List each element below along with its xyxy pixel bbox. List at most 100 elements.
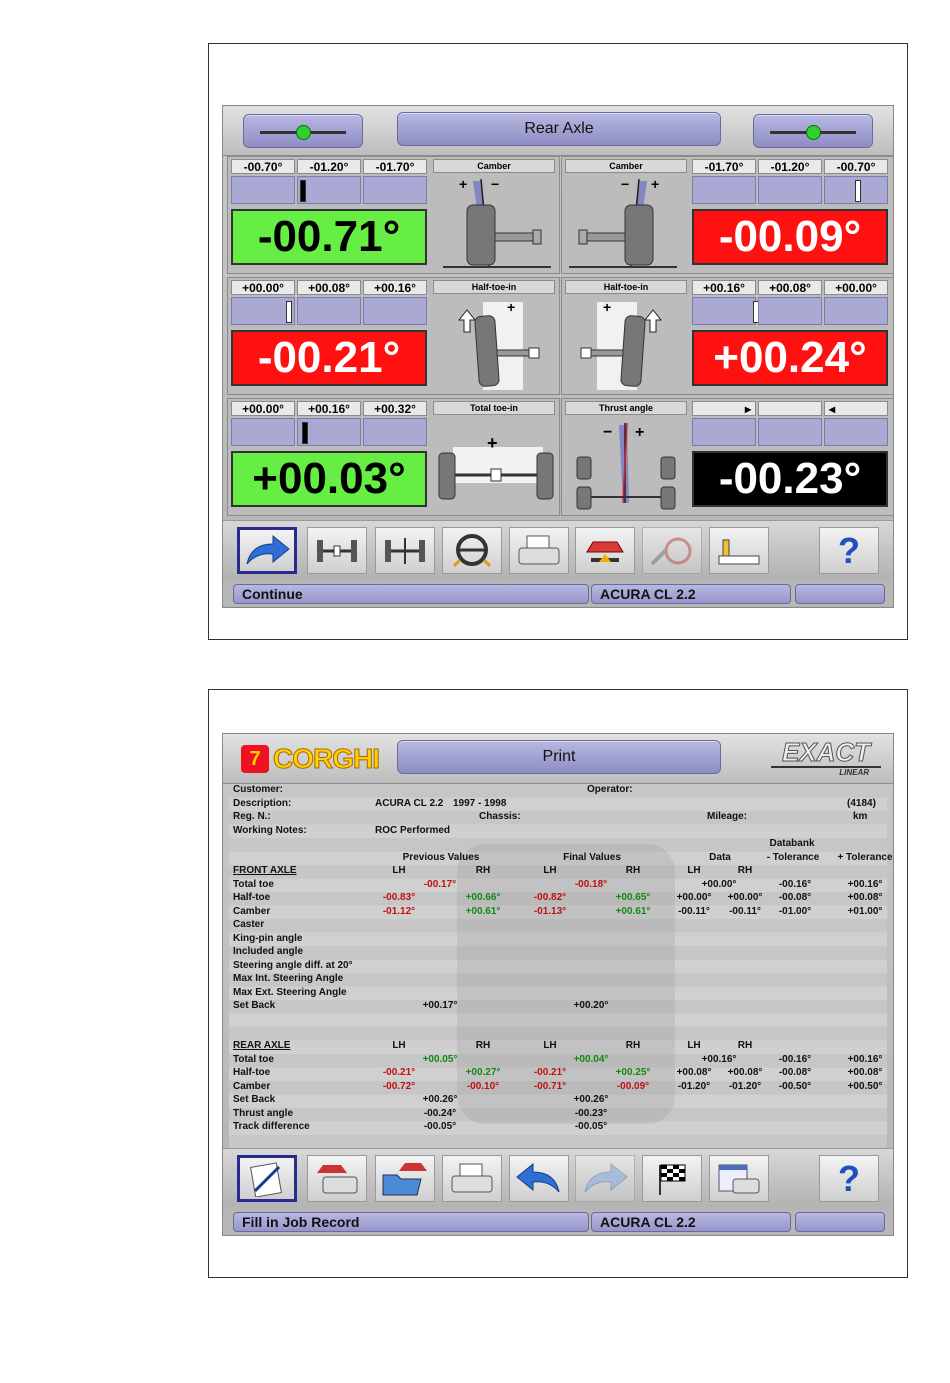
svg-text:+: + [487,433,498,453]
help-button[interactable]: ? [819,527,879,574]
wrench-wheel-icon[interactable] [642,527,702,574]
scale-label: +00.00° [231,280,295,295]
final-rh-value: +00.61° [615,905,651,917]
camber-right-panel: Camber − + -01.70° -01.20° -00.70° -00.0… [561,156,894,274]
half-toe-left-value: -00.21° [231,330,427,386]
svg-text:+: + [651,176,659,192]
tolerance-bar-left [231,297,295,325]
plus-tolerance-value: +00.08° [847,1067,883,1078]
diagram-label: Thrust angle [565,401,687,415]
forward-arrow-icon[interactable] [575,1155,635,1202]
exact-linear-logo: EXACT LINEAR [771,738,881,778]
status-extra [795,584,885,604]
data-lh-value: -01.20° [677,1080,711,1092]
printer-icon[interactable] [509,527,569,574]
previous-value: +00.26° [422,1094,458,1105]
steering-wheel-icon[interactable] [442,527,502,574]
lh-header: LH [687,1040,701,1051]
final-value: -00.18° [574,878,608,890]
chart-bars-icon[interactable] [709,527,769,574]
data-value: +00.00° [701,878,737,890]
level-bubble-icon [296,125,311,140]
rh-header: RH [625,865,641,876]
print-preview-icon[interactable] [709,1155,769,1202]
row-label: Caster [233,919,265,930]
km-unit: km [853,811,868,822]
final-lh-value: -00.71° [533,1080,567,1092]
final-value: -00.23° [574,1107,608,1119]
databank-header: Databank [769,838,815,849]
rear-axle-icon[interactable] [375,527,435,574]
thrust-angle-value: -00.23° [692,451,888,507]
svg-text:−: − [621,176,629,192]
status-bar: Fill in Job Record ACURA CL 2.2 [223,1210,893,1234]
row-label: Half-toe [233,1067,271,1078]
camber-wheel-diagram: − + [569,176,677,268]
description-label: Description: [233,797,292,809]
screenshot-frame-print: 7 CORGHI Print EXACT LINEAR Customer: Ope… [208,689,908,1278]
mileage-label: Mileage: [707,811,748,822]
checkered-flag-icon[interactable] [642,1155,702,1202]
left-level-indicator[interactable] [243,114,363,148]
value-marker [300,180,306,202]
open-folder-car-icon[interactable] [375,1155,435,1202]
row-label: Total toe [233,1053,274,1065]
previous-value: +00.17° [422,1000,458,1011]
front-axle-icon[interactable] [307,527,367,574]
lh-header: LH [392,1040,406,1051]
rear_axle-heading: REAR AXLE [233,1040,291,1051]
help-button[interactable]: ? [819,1155,879,1202]
status-action: Continue [233,584,589,604]
row-label: Total toe [233,878,274,890]
reg-label: Reg. N.: [233,811,271,822]
status-action: Fill in Job Record [233,1212,589,1232]
car-lift-icon[interactable] [575,527,635,574]
final-rh-value: -00.09° [616,1080,650,1092]
tolerance-bar-center [758,297,822,325]
diagram-label: Camber [433,159,555,173]
row-label: Camber [233,905,271,917]
tolerance-bar-right [824,176,888,204]
edit-document-icon[interactable] [237,1155,297,1202]
row-label: Max Ext. Steering Angle [233,986,347,998]
rh-header: RH [737,865,753,876]
vehicle-code: (4184) [847,797,876,809]
final-value: -00.05° [574,1121,608,1132]
scale-label: +00.00° [824,280,888,295]
thrust-angle-panel: Thrust angle − + ▸ ◂ -00.23° [561,398,894,516]
scale-label: -01.70° [363,159,427,174]
final-lh-value: -00.21° [533,1067,567,1078]
minus-tolerance-header: - Tolerance [766,851,820,863]
camber-wheel-diagram: + − [443,176,551,268]
print-car-icon[interactable] [307,1155,367,1202]
row-label: Max Int. Steering Angle [233,973,344,984]
minus-tolerance-value: -01.00° [778,905,812,917]
final-values-header: Final Values [563,851,621,863]
value-marker [302,422,308,444]
status-vehicle: ACURA CL 2.2 [591,1212,791,1232]
scale-label: +00.08° [297,280,361,295]
previous-lh-value: -01.12° [382,905,416,917]
plus-tolerance-value: +00.08° [847,892,883,903]
data-rh-value: +00.00° [727,892,763,903]
lh-header: LH [543,1040,557,1051]
back-arrow-icon[interactable] [509,1155,569,1202]
row-label: Set Back [233,1000,276,1011]
total-toe-panel: +00.00° +00.16° +00.32° +00.03° Total to… [227,398,560,516]
diagram-label: Total toe-in [433,401,555,415]
logo-text: CORGHI [273,743,381,775]
minus-tolerance-value: -00.50° [778,1080,812,1092]
printer-icon[interactable] [442,1155,502,1202]
data-rh-value: -00.11° [729,905,761,917]
scale-label: ▸ [692,401,756,416]
plus-tolerance-value: +00.16° [847,878,883,890]
right-level-indicator[interactable] [753,114,873,148]
help-icon: ? [838,1157,860,1199]
status-bar: Continue ACURA CL 2.2 [223,582,893,606]
status-extra [795,1212,885,1232]
toolbar: ? [223,520,893,578]
tolerance-bar-left [692,418,756,446]
rear-axle-screen: Rear Axle -00.70° -01.20° -01.70° -00.71… [222,105,894,608]
arrow-forward-icon[interactable] [237,527,297,574]
total-toe-value: +00.03° [231,451,427,507]
